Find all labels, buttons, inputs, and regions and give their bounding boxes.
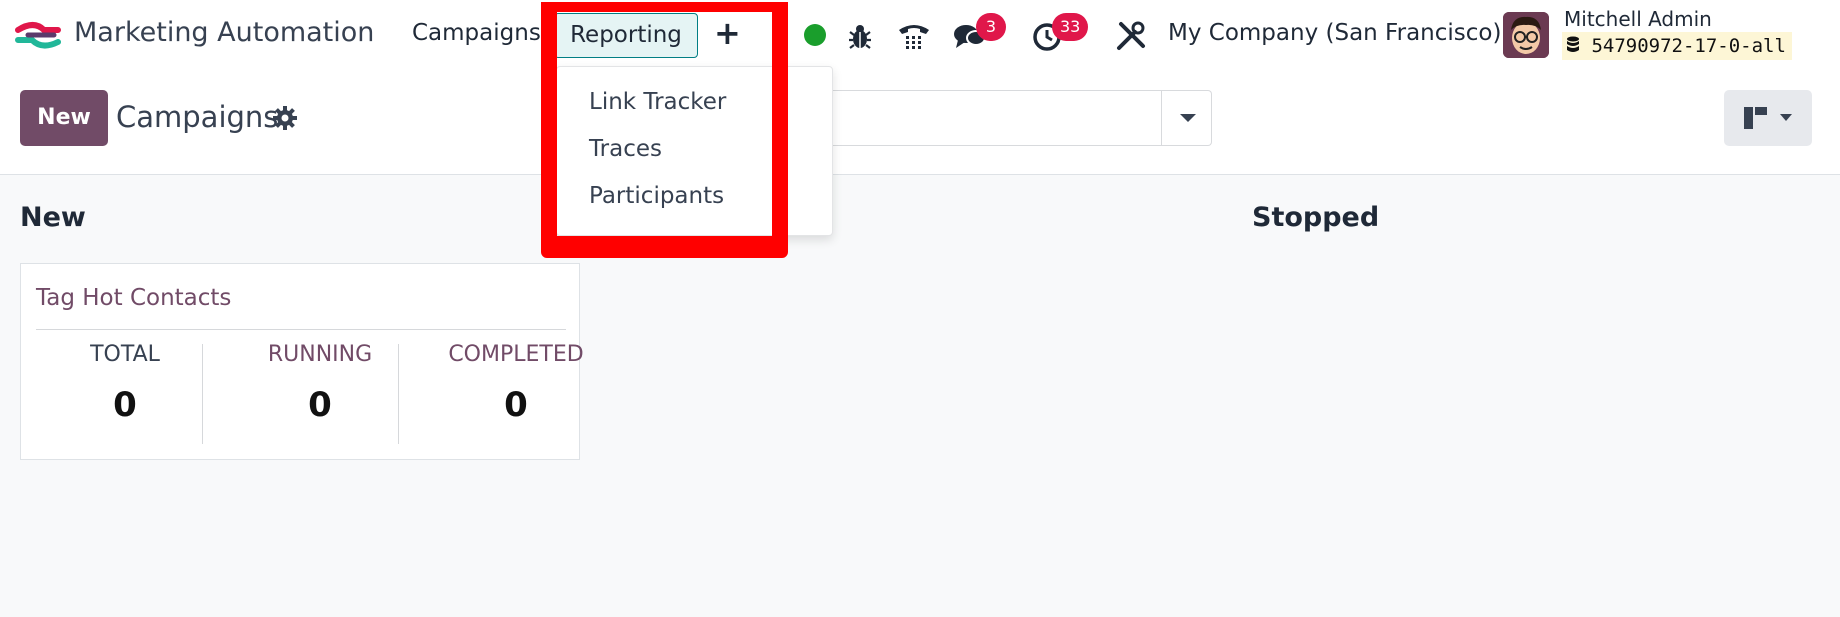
stat-total: TOTAL 0 <box>35 342 215 425</box>
dropdown-item-traces[interactable]: Traces <box>589 136 662 162</box>
search-options-toggle[interactable] <box>1161 91 1211 145</box>
phone-icon[interactable] <box>896 18 932 54</box>
dropdown-item-participants[interactable]: Participants <box>589 183 724 209</box>
view-switcher-button[interactable] <box>1724 90 1812 146</box>
menu-reporting[interactable]: Reporting <box>554 13 698 58</box>
stat-completed-value: 0 <box>504 385 528 425</box>
stat-total-label: TOTAL <box>90 342 160 367</box>
stat-completed-label: COMPLETED <box>448 342 584 367</box>
top-navbar: Marketing Automation Campaigns Reporting… <box>0 0 1840 72</box>
status-online-icon[interactable] <box>804 24 826 46</box>
bug-icon[interactable] <box>842 18 878 54</box>
tools-icon[interactable] <box>1113 18 1149 54</box>
stat-completed: COMPLETED 0 <box>426 342 606 425</box>
menu-campaigns[interactable]: Campaigns <box>412 20 541 46</box>
new-button[interactable]: New <box>20 90 108 146</box>
add-menu-button[interactable]: + <box>714 14 741 52</box>
company-switcher[interactable]: My Company (San Francisco) <box>1168 20 1501 46</box>
database-name-text: 54790972-17-0-all <box>1591 35 1786 57</box>
breadcrumb: Campaigns <box>116 100 279 134</box>
column-title-stopped: Stopped <box>1252 202 1380 233</box>
user-name[interactable]: Mitchell Admin <box>1564 7 1712 31</box>
stat-divider <box>202 344 203 444</box>
app-name[interactable]: Marketing Automation <box>74 17 374 48</box>
stat-running: RUNNING 0 <box>230 342 410 425</box>
avatar-icon[interactable] <box>1503 12 1549 58</box>
reporting-dropdown: Link Tracker Traces Participants <box>556 66 833 236</box>
stat-running-value: 0 <box>308 385 332 425</box>
column-title-new: New <box>20 202 86 233</box>
stat-running-label: RUNNING <box>267 342 373 367</box>
chat-badge: 3 <box>976 13 1006 41</box>
app-logo-icon[interactable] <box>14 20 62 52</box>
stat-divider <box>398 344 399 444</box>
campaign-card[interactable]: Tag Hot Contacts TOTAL 0 RUNNING 0 COMPL… <box>20 263 584 460</box>
campaign-card-title[interactable]: Tag Hot Contacts <box>36 285 231 311</box>
stat-total-value: 0 <box>113 385 137 425</box>
card-divider <box>36 329 566 330</box>
dropdown-item-link-tracker[interactable]: Link Tracker <box>589 89 726 115</box>
gear-icon[interactable] <box>272 105 298 131</box>
database-icon <box>1567 36 1579 52</box>
database-name: 54790972-17-0-all <box>1562 32 1792 60</box>
control-panel: New Campaigns <box>0 72 1840 175</box>
search-input[interactable] <box>820 90 1212 146</box>
activity-badge: 33 <box>1052 13 1089 41</box>
kanban-view-icon <box>1744 107 1792 129</box>
